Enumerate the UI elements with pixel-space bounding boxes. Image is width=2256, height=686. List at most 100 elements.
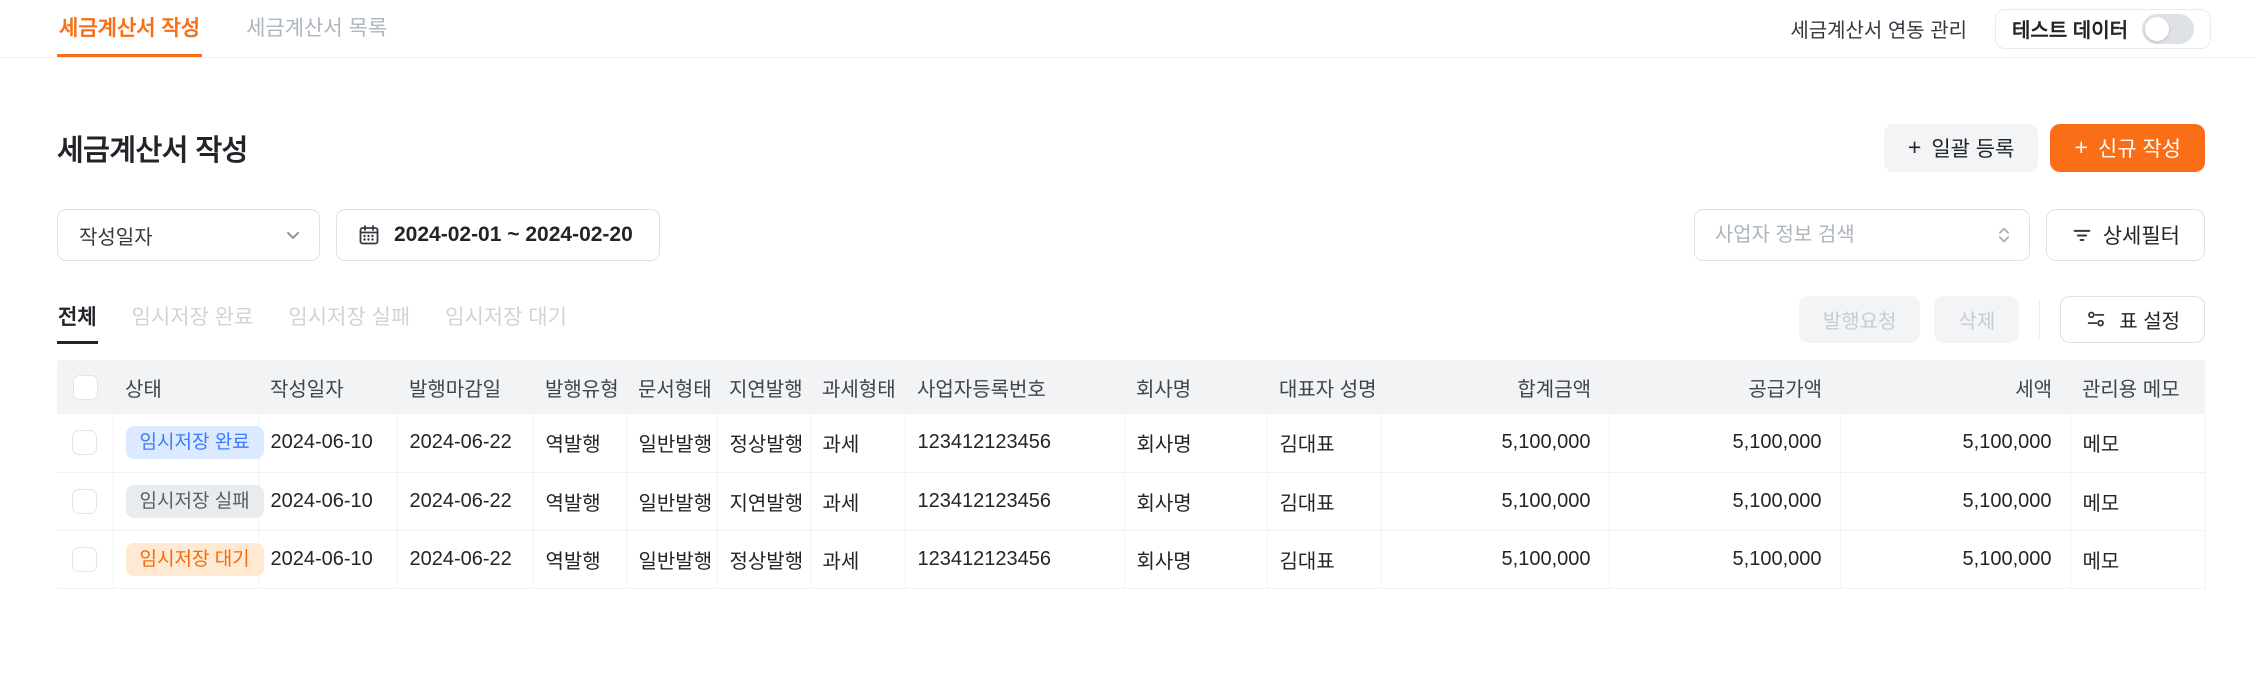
business-search-input[interactable] [1714,223,1993,247]
cell-issue-deadline: 2024-06-22 [397,414,534,473]
cell-tax-amount: 5,100,000 [1840,530,2071,589]
business-search-box [1693,209,2030,261]
top-nav: 세금계산서 작성 세금계산서 목록 세금계산서 연동 관리 테스트 데이터 [0,0,2256,58]
filter-left-group: 작성일자 2024-02-01 ~ 2024-02-20 [57,209,660,261]
cell-supply-amount: 5,100,000 [1609,530,1841,589]
new-create-button[interactable]: + 신규 작성 [2050,124,2205,172]
col-header-biz_no: 사업자등록번호 [905,360,1124,414]
status-tab-saved-fail[interactable]: 임시저장 실패 [287,295,411,344]
filter-right-group: 상세필터 [1693,209,2205,261]
table-row[interactable]: 임시저장 실패 2024-06-10 2024-06-22 역발행 일반발행 지연발행 과세… [57,472,2206,531]
chevron-down-icon [283,225,303,245]
invoice-sync-link[interactable]: 세금계산서 연동 관리 [1790,14,1967,43]
status-tabs: 전체 임시저장 완료 임시저장 실패 임시저장 대기 [57,295,568,344]
cell-doc-type: 일반발행 [626,472,718,531]
table-header-row: 상태 작성일자 발행마감일 발행유형 문서형태 지연발행 과세형태 사업자등록번호 회사명 대표자… [57,360,2205,414]
cell-tax-amount: 5,100,000 [1840,414,2071,473]
detail-filter-label: 상세필터 [2102,225,2180,248]
tab-invoice-list[interactable]: 세금계산서 목록 [244,0,389,57]
cell-tax-type: 과세 [810,472,906,531]
cell-delay-issue: 정상발행 [717,414,811,473]
cell-delay-issue: 정상발행 [717,530,811,589]
col-header-memo: 관리용 메모 [2070,360,2205,414]
sliders-icon [2085,308,2107,330]
row-checkbox[interactable] [72,488,98,514]
plus-icon: + [1907,133,1922,160]
row-checkbox[interactable] [72,546,98,572]
cell-total-amount: 5,100,000 [1381,530,1610,589]
cell-supply-amount: 5,100,000 [1609,472,1841,531]
filter-row: 작성일자 2024-02-01 ~ 2024-02-20 사업자 정보 검색 상… [57,209,2205,261]
status-tab-all[interactable]: 전체 [57,295,98,344]
cell-ceo-name: 김대표 [1267,414,1382,473]
table-settings-label: 표 설정 [2119,310,2180,333]
cell-ceo-name: 김대표 [1267,472,1382,531]
cell-ceo-name: 김대표 [1267,530,1382,589]
filter-lines-icon [2071,224,2093,246]
cell-delay-issue: 지연발행 [717,472,811,531]
row-select-cell [57,472,114,531]
col-header-total: 합계금액 [1381,360,1609,414]
delete-button[interactable]: 삭제 [1934,295,2020,343]
cell-company-name: 회사명 [1124,530,1268,589]
status-tab-saved-complete[interactable]: 임시저장 완료 [131,295,255,344]
cell-supply-amount: 5,100,000 [1609,414,1841,473]
plus-icon: + [2074,133,2088,160]
col-header-created: 작성일자 [258,360,397,414]
nav-right-group: 세금계산서 연동 관리 테스트 데이터 [1790,0,2211,57]
col-header-delay: 지연발행 [717,360,810,414]
page-title: 세금계산서 작성 [57,135,248,167]
cell-tax-amount: 5,100,000 [1840,472,2071,531]
table-row[interactable]: 임시저장 완료 2024-06-10 2024-06-22 역발행 일반발행 정상발행 과세… [57,414,2206,473]
invoice-table: 상태 작성일자 발행마감일 발행유형 문서형태 지연발행 과세형태 사업자등록번호 회사명 대표자… [57,360,2206,589]
bulk-register-button[interactable]: + 일괄 등록 [1883,124,2039,172]
toggle-knob [2145,16,2169,41]
date-type-value: 작성일자 [79,226,153,249]
cell-created-date: 2024-06-10 [258,414,398,473]
col-header-deadline: 발행마감일 [397,360,533,414]
calendar-icon [357,223,381,247]
status-tab-saved-wait[interactable]: 임시저장 대기 [444,295,568,344]
cell-company-name: 회사명 [1124,472,1268,531]
table-settings-button[interactable]: 표 설정 [2060,295,2205,343]
new-create-label: 신규 작성 [2097,138,2181,161]
main-content: 세금계산서 작성 + 일괄 등록 + 신규 작성 작성일자 2024-02-01… [0,124,2256,589]
cell-status: 임시저장 대기 [113,530,264,589]
cell-tax-type: 과세 [810,530,906,589]
date-range-value: 2024-02-01 ~ 2024-02-20 [394,223,633,246]
cell-memo: 메모 [2070,530,2206,589]
cell-issue-deadline: 2024-06-22 [397,530,534,589]
cell-issue-deadline: 2024-06-22 [397,472,534,531]
cell-status: 임시저장 완료 [113,414,264,473]
cell-company-name: 회사명 [1124,414,1268,473]
test-data-toggle[interactable] [2142,13,2194,44]
cell-created-date: 2024-06-10 [258,472,398,531]
select-all-checkbox[interactable] [72,374,98,400]
status-row: 전체 임시저장 완료 임시저장 실패 임시저장 대기 발행요청 삭제 표 설정 [57,295,2205,344]
cell-doc-type: 일반발행 [626,414,718,473]
date-type-select[interactable]: 작성일자 [57,209,320,261]
chevron-up-down-icon[interactable] [1993,224,2015,246]
tab-invoice-create[interactable]: 세금계산서 작성 [57,0,203,57]
date-range-picker[interactable]: 2024-02-01 ~ 2024-02-20 [336,209,660,261]
cell-created-date: 2024-06-10 [258,530,398,589]
cell-tax-type: 과세 [810,414,906,473]
row-select-cell [57,530,114,589]
status-badge: 임시저장 대기 [125,542,264,576]
test-data-label: 테스트 데이터 [2012,20,2128,42]
select-all-header [57,360,113,414]
cell-doc-type: 일반발행 [626,530,718,589]
test-data-toggle-box: 테스트 데이터 [1995,8,2211,49]
table-row[interactable]: 임시저장 대기 2024-06-10 2024-06-22 역발행 일반발행 정상발행 과세… [57,530,2206,589]
cell-memo: 메모 [2070,472,2206,531]
bulk-register-label: 일괄 등록 [1931,138,2015,161]
cell-status: 임시저장 실패 [113,472,264,531]
detail-filter-button[interactable]: 상세필터 [2045,209,2205,261]
col-header-status: 상태 [113,360,258,414]
row-checkbox[interactable] [72,430,98,456]
divider [2039,299,2041,339]
row-select-cell [57,414,114,473]
col-header-supply: 공급가액 [1609,360,1840,414]
status-actions: 발행요청 삭제 표 설정 [1798,295,2205,343]
request-issue-button[interactable]: 발행요청 [1798,295,1921,343]
